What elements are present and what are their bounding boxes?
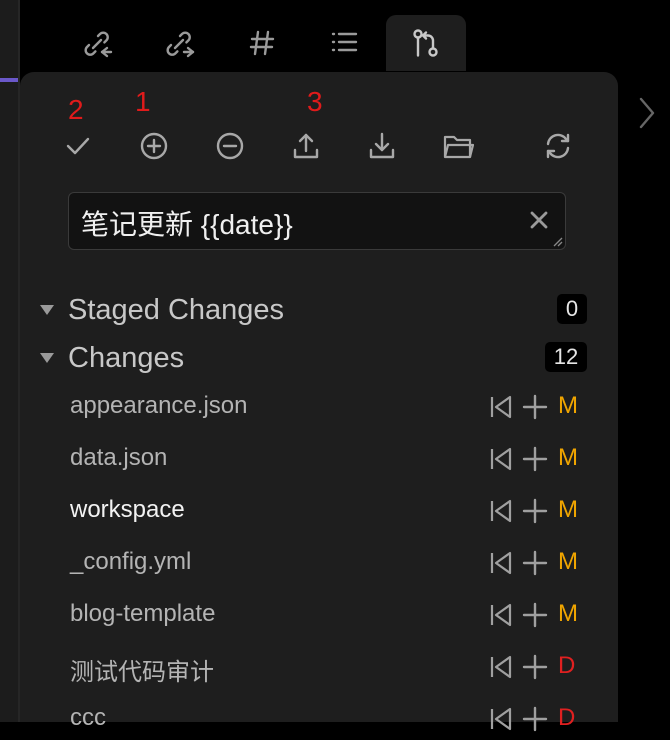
resize-handle-icon[interactable] [551, 235, 563, 247]
stage-plus-icon[interactable] [522, 654, 548, 680]
collapse-triangle-icon [40, 305, 54, 315]
open-folder-button[interactable] [438, 126, 478, 166]
changes-count-badge: 12 [545, 342, 587, 372]
discard-icon[interactable] [488, 446, 514, 472]
tab-source-control[interactable] [386, 15, 466, 71]
file-row[interactable]: data.json M [70, 440, 590, 480]
left-pane-edge [0, 0, 20, 722]
discard-icon[interactable] [488, 550, 514, 576]
annotation-commit: 2 [68, 94, 84, 125]
stage-plus-icon[interactable] [522, 446, 548, 472]
file-status: D [558, 704, 576, 731]
file-status: M [558, 548, 578, 575]
discard-icon[interactable] [488, 498, 514, 524]
tab-backlinks[interactable] [58, 15, 138, 71]
annotation-push: 3 [307, 86, 323, 117]
folder-icon [443, 135, 474, 159]
refresh-icon [546, 133, 570, 159]
refresh-button[interactable] [538, 126, 578, 166]
file-status: M [558, 444, 578, 471]
changes-header[interactable]: Changes [40, 341, 184, 375]
backlinks-icon [84, 31, 113, 58]
file-name[interactable]: workspace [70, 496, 185, 524]
commit-message-text[interactable]: 笔记更新 {{date}} [81, 203, 293, 243]
tab-outgoing-links[interactable] [140, 15, 220, 71]
stage-plus-icon[interactable] [522, 550, 548, 576]
minus-circle-icon [216, 132, 244, 160]
pull-button[interactable] [362, 126, 402, 166]
stage-plus-icon[interactable] [522, 394, 548, 420]
file-name[interactable]: ccc [70, 704, 106, 732]
stage-plus-icon[interactable] [522, 602, 548, 628]
clear-icon[interactable] [527, 208, 551, 232]
upload-icon [293, 133, 319, 159]
tags-icon [249, 30, 275, 56]
changes-title: Changes [68, 341, 185, 374]
staged-changes-title: Staged Changes [68, 293, 285, 326]
unstage-all-button[interactable] [210, 126, 250, 166]
download-icon [369, 132, 395, 159]
push-button[interactable] [286, 126, 326, 166]
commit-message-input[interactable]: 笔记更新 {{date}} [68, 192, 566, 250]
active-indicator [0, 78, 20, 82]
file-row[interactable]: _config.yml M [70, 544, 590, 584]
staged-count-badge: 0 [557, 294, 587, 324]
stage-plus-icon[interactable] [522, 706, 548, 732]
file-name[interactable]: appearance.json [70, 392, 247, 420]
file-name[interactable]: blog-template [70, 600, 215, 628]
annotation-stage-all: 1 [135, 86, 151, 117]
tab-tags[interactable] [222, 15, 302, 71]
file-row[interactable]: workspace M [70, 492, 590, 532]
discard-icon[interactable] [488, 602, 514, 628]
source-control-icon [413, 29, 438, 57]
discard-icon[interactable] [488, 706, 514, 732]
tab-outline[interactable] [304, 15, 384, 71]
stage-plus-icon[interactable] [522, 498, 548, 524]
sidebar-tab-bar [20, 0, 618, 72]
file-name[interactable]: _config.yml [70, 548, 191, 576]
check-icon [66, 137, 90, 155]
commit-button[interactable] [58, 126, 98, 166]
file-row[interactable]: blog-template M [70, 596, 590, 636]
outgoing-links-icon [166, 31, 195, 58]
file-row[interactable]: 测试代码审计 D [70, 648, 590, 688]
file-status: M [558, 392, 578, 419]
file-row[interactable]: appearance.json M [70, 388, 590, 428]
collapse-triangle-icon [40, 353, 54, 363]
file-name[interactable]: 测试代码审计 [70, 652, 214, 687]
file-status: D [558, 652, 576, 679]
discard-icon[interactable] [488, 654, 514, 680]
file-name[interactable]: data.json [70, 444, 167, 472]
staged-changes-header[interactable]: Staged Changes [40, 293, 284, 327]
outline-icon [331, 32, 358, 52]
file-status: M [558, 496, 578, 523]
chevron-right-icon[interactable] [633, 95, 659, 131]
plus-circle-icon [140, 132, 168, 160]
file-status: M [558, 600, 578, 627]
file-row[interactable]: ccc D [70, 700, 590, 740]
discard-icon[interactable] [488, 394, 514, 420]
stage-all-button[interactable] [134, 126, 174, 166]
